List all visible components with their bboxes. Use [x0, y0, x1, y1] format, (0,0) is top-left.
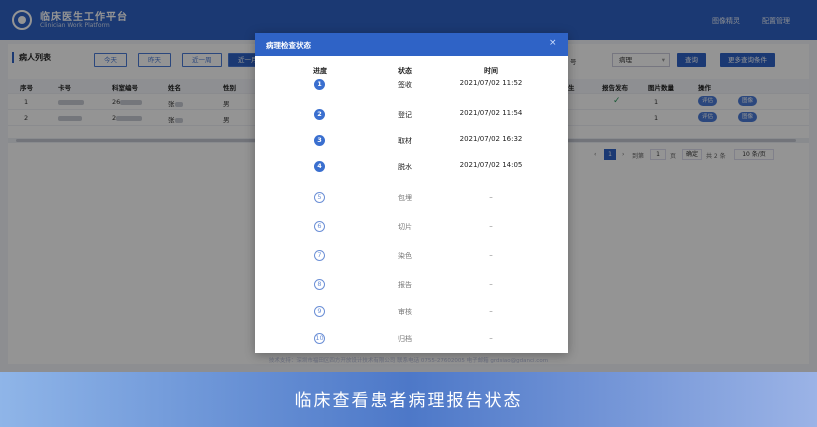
step-status: 登记	[398, 111, 412, 119]
caption-text: 临床查看患者病理报告状态	[294, 391, 523, 411]
progress-column-header: 进度	[313, 67, 327, 75]
step-number-icon: 9	[314, 306, 325, 317]
step-time: 2021/07/02 11:54	[459, 109, 523, 117]
step-time: –	[489, 193, 493, 201]
step-number-icon: 4	[314, 161, 325, 172]
close-icon[interactable]: ×	[549, 38, 557, 48]
dialog-header: 病理检查状态 ×	[255, 33, 568, 56]
step-status: 包埋	[398, 194, 412, 202]
step-number-icon: 3	[314, 135, 325, 146]
step-status: 归档	[398, 335, 412, 343]
step-number-icon: 5	[314, 192, 325, 203]
step-time: –	[489, 307, 493, 315]
status-column-header: 状态	[398, 67, 412, 75]
step-number-icon: 6	[314, 221, 325, 232]
step-number-icon: 1	[314, 79, 325, 90]
step-number-icon: 7	[314, 250, 325, 261]
pathology-status-dialog: 病理检查状态 × 进度 状态 时间 1 签收 2021/07/02 11:52 2 登记…	[255, 33, 568, 353]
step-number-icon: 8	[314, 279, 325, 290]
step-status: 脱水	[398, 163, 412, 171]
step-time: –	[489, 334, 493, 342]
step-time: –	[489, 280, 493, 288]
step-status: 审核	[398, 308, 412, 316]
step-number-icon: 2	[314, 109, 325, 120]
step-time: 2021/07/02 11:52	[459, 79, 523, 87]
step-time: 2021/07/02 16:32	[459, 135, 523, 143]
step-status: 报告	[398, 281, 412, 289]
dialog-title: 病理检查状态	[266, 41, 311, 50]
caption-banner: 临床查看患者病理报告状态	[0, 372, 817, 427]
step-time: 2021/07/02 14:05	[459, 161, 523, 169]
step-status: 染色	[398, 252, 412, 260]
step-time: –	[489, 222, 493, 230]
step-status: 切片	[398, 223, 412, 231]
step-status: 取材	[398, 137, 412, 145]
time-column-header: 时间	[484, 67, 498, 75]
footer-support-text: 技术支持：深圳市福田区四方开放设计技术有限公司 联系电话 0755-276020…	[268, 358, 549, 364]
step-number-icon: 10	[314, 333, 325, 344]
step-time: –	[489, 251, 493, 259]
step-status: 签收	[398, 81, 412, 89]
